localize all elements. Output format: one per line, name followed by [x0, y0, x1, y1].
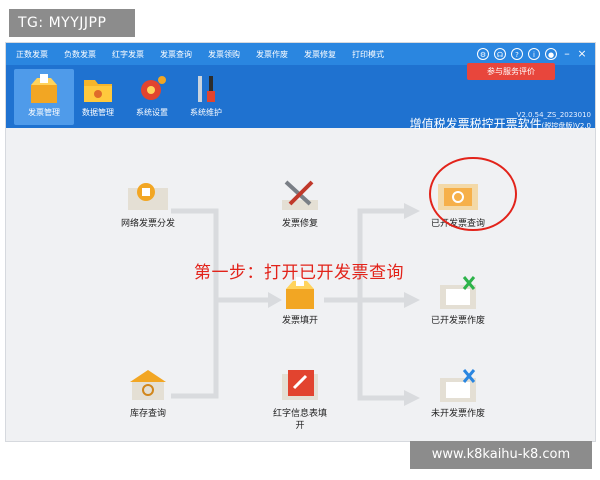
version-label: V2.0.54_ZS_2023010: [516, 111, 591, 119]
menu-bar: 正数发票 负数发票 红字发票 发票查询 发票领购 发票作废 发票修复 打印模式 …: [6, 43, 595, 65]
node-label: 红字信息表填 开: [272, 409, 327, 431]
node-issued-invoice-query[interactable]: 已开发票查询: [408, 178, 508, 230]
help-icon[interactable]: ?: [511, 48, 523, 60]
tool-system-maintenance[interactable]: 系统维护: [176, 69, 236, 125]
watermark-bottom: www.k8kaihu-k8.com: [410, 441, 592, 469]
menu-invoice-void[interactable]: 发票作废: [256, 49, 288, 60]
tools-icon: [276, 178, 324, 214]
wrench-icon: [189, 73, 223, 105]
tool-invoice-management[interactable]: 发票管理: [14, 69, 74, 125]
step-annotation: 第一步：打开已开发票查询: [194, 263, 404, 283]
menu-positive-invoice[interactable]: 正数发票: [16, 49, 48, 60]
tool-data-management[interactable]: 数据管理: [68, 69, 128, 125]
node-label: 发票填开: [281, 316, 318, 326]
node-unissued-invoice-void[interactable]: 未开发票作废: [408, 368, 508, 420]
tool-label: 发票管理: [28, 108, 60, 117]
workflow-canvas: 网络发票分发 发票修复 已开发票查询 发票填开 已开发票作废 库存查询 红字信息…: [6, 128, 595, 441]
node-label: 未开发票作废: [430, 409, 485, 419]
warehouse-search-icon: [124, 368, 172, 404]
node-network-distribution[interactable]: 网络发票分发: [98, 178, 198, 230]
gear-icon: [135, 73, 169, 105]
network-invoice-icon: [124, 178, 172, 214]
tool-label: 系统维护: [190, 108, 222, 117]
menu-invoice-purchase[interactable]: 发票领购: [208, 49, 240, 60]
close-icon[interactable]: ×: [577, 48, 587, 60]
settings-icon[interactable]: ⚙: [477, 48, 489, 60]
window-controls: ⚙ ☊ ? i ● – ×: [477, 46, 587, 62]
menu-negative-invoice[interactable]: 负数发票: [64, 49, 96, 60]
menu-red-invoice[interactable]: 红字发票: [112, 49, 144, 60]
headset-icon[interactable]: ☊: [494, 48, 506, 60]
invoice-scissors-icon: [434, 275, 482, 311]
node-label: 已开发票查询: [430, 219, 485, 229]
info-icon[interactable]: i: [528, 48, 540, 60]
invoice-search-icon: [434, 178, 482, 214]
tool-label: 数据管理: [82, 108, 114, 117]
node-label: 库存查询: [129, 409, 166, 419]
menu-invoice-repair[interactable]: 发票修复: [304, 49, 336, 60]
feedback-button[interactable]: 参与服务评价: [467, 63, 555, 80]
node-stock-query[interactable]: 库存查询: [98, 368, 198, 420]
node-invoice-repair[interactable]: 发票修复: [250, 178, 350, 230]
node-label: 发票修复: [281, 219, 318, 229]
user-icon[interactable]: ●: [545, 48, 557, 60]
watermark-top: TG: MYYJJPP: [9, 9, 135, 37]
node-red-info-form[interactable]: 红字信息表填 开: [250, 368, 350, 432]
tool-label: 系统设置: [136, 108, 168, 117]
node-issued-invoice-void[interactable]: 已开发票作废: [408, 275, 508, 327]
app-window: 正数发票 负数发票 红字发票 发票查询 发票领购 发票作废 发票修复 打印模式 …: [5, 42, 596, 442]
menu-invoice-query[interactable]: 发票查询: [160, 49, 192, 60]
minimize-icon[interactable]: –: [562, 48, 572, 60]
red-invoice-icon: [276, 368, 324, 404]
tool-system-settings[interactable]: 系统设置: [122, 69, 182, 125]
node-label: 网络发票分发: [120, 219, 175, 229]
invoice-box-icon: [27, 73, 61, 105]
node-label: 已开发票作废: [430, 316, 485, 326]
folder-icon: [81, 73, 115, 105]
invoice-scissors-icon: [434, 368, 482, 404]
menu-print-mode[interactable]: 打印模式: [352, 49, 384, 60]
